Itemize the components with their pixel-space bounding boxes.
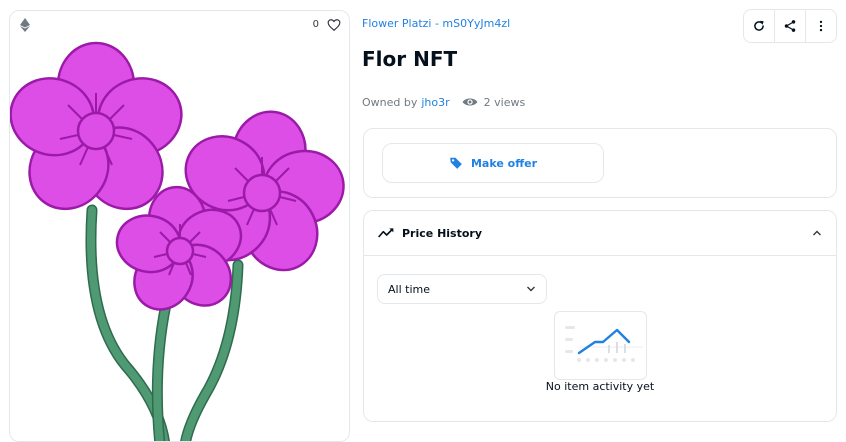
price-history-header[interactable]: Price History xyxy=(364,211,836,256)
refresh-button[interactable] xyxy=(744,10,774,42)
offer-panel: Make offer xyxy=(363,128,837,198)
refresh-icon xyxy=(754,20,764,31)
eye-icon xyxy=(462,98,477,106)
price-history-title: Price History xyxy=(402,226,483,240)
owned-by-label: Owned by xyxy=(362,95,418,109)
owner-link[interactable]: jho3r xyxy=(421,96,449,109)
heart-icon[interactable] xyxy=(327,18,341,32)
ownership-row: Owned by jho3r 2 views xyxy=(362,94,525,110)
flower-illustration xyxy=(10,41,345,441)
trending-icon xyxy=(378,228,394,238)
time-range-select[interactable]: All time xyxy=(377,274,547,304)
chevron-up-icon xyxy=(813,230,821,236)
asset-image-card: 0 xyxy=(9,10,350,442)
item-title: Flor NFT xyxy=(362,47,458,71)
price-history-panel: Price History All time No item activity … xyxy=(363,210,837,422)
time-range-value: All time xyxy=(388,282,430,296)
share-button[interactable] xyxy=(774,10,805,42)
share-icon xyxy=(784,20,796,32)
item-toolbar xyxy=(743,9,837,43)
collection-link[interactable]: Flower Platzi - mS0YyJm4zl xyxy=(362,17,510,30)
tag-icon xyxy=(450,157,462,169)
more-icon xyxy=(819,20,823,32)
ethereum-icon xyxy=(20,18,30,32)
favorite-count: 0 xyxy=(312,19,319,30)
asset-card-header: 0 xyxy=(10,11,349,41)
view-count: 2 views xyxy=(483,95,526,109)
empty-activity-message: No item activity yet xyxy=(545,380,655,393)
more-options-button[interactable] xyxy=(805,10,836,42)
empty-chart-icon xyxy=(554,311,647,380)
chevron-down-icon xyxy=(527,286,535,292)
make-offer-label: Make offer xyxy=(470,156,538,170)
make-offer-button[interactable]: Make offer xyxy=(382,143,604,183)
